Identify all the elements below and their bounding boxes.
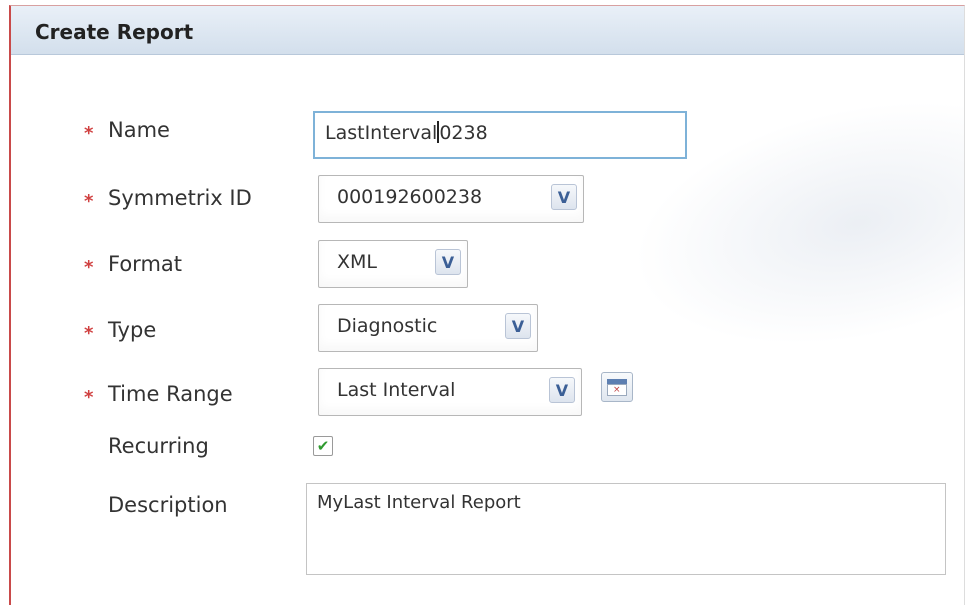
type-label: Type <box>108 318 157 342</box>
calendar-icon[interactable]: × <box>601 372 633 402</box>
format-select[interactable]: XML V <box>318 240 468 288</box>
symmetrix-id-label: Symmetrix ID <box>108 186 252 210</box>
name-input[interactable]: LastInterval 0238 <box>313 111 687 159</box>
time-range-label: Time Range <box>108 382 233 406</box>
name-input-value-start: LastInterval <box>325 122 438 144</box>
recurring-label: Recurring <box>108 434 209 458</box>
name-label: Name <box>108 118 170 142</box>
time-range-select[interactable]: Last Interval V <box>318 368 582 416</box>
recurring-checkbox[interactable]: ✔ <box>313 436 333 456</box>
required-marker: * <box>84 123 94 144</box>
symmetrix-id-select[interactable]: 000192600238 V <box>318 175 584 223</box>
time-range-value: Last Interval <box>337 379 456 401</box>
panel-title: Create Report <box>35 20 194 44</box>
format-label: Format <box>108 252 183 276</box>
chevron-down-icon[interactable]: V <box>435 249 461 275</box>
format-value: XML <box>337 251 377 273</box>
required-marker: * <box>84 257 94 278</box>
chevron-down-icon[interactable]: V <box>549 377 575 403</box>
type-select[interactable]: Diagnostic V <box>318 304 538 352</box>
symmetrix-id-value: 000192600238 <box>337 186 483 208</box>
panel-header: Create Report <box>11 6 964 55</box>
required-marker: * <box>84 387 94 408</box>
check-icon: ✔ <box>316 437 330 455</box>
chevron-down-icon[interactable]: V <box>551 184 577 210</box>
required-marker: * <box>84 323 94 344</box>
type-value: Diagnostic <box>337 315 438 337</box>
required-marker: * <box>84 191 94 212</box>
chevron-down-icon[interactable]: V <box>505 313 531 339</box>
description-value: MyLast Interval Report <box>317 492 521 513</box>
description-label: Description <box>108 493 228 517</box>
description-textarea[interactable]: MyLast Interval Report <box>306 483 946 575</box>
calendar-icon-mark: × <box>613 385 621 395</box>
name-input-value-end: 0238 <box>439 122 488 144</box>
